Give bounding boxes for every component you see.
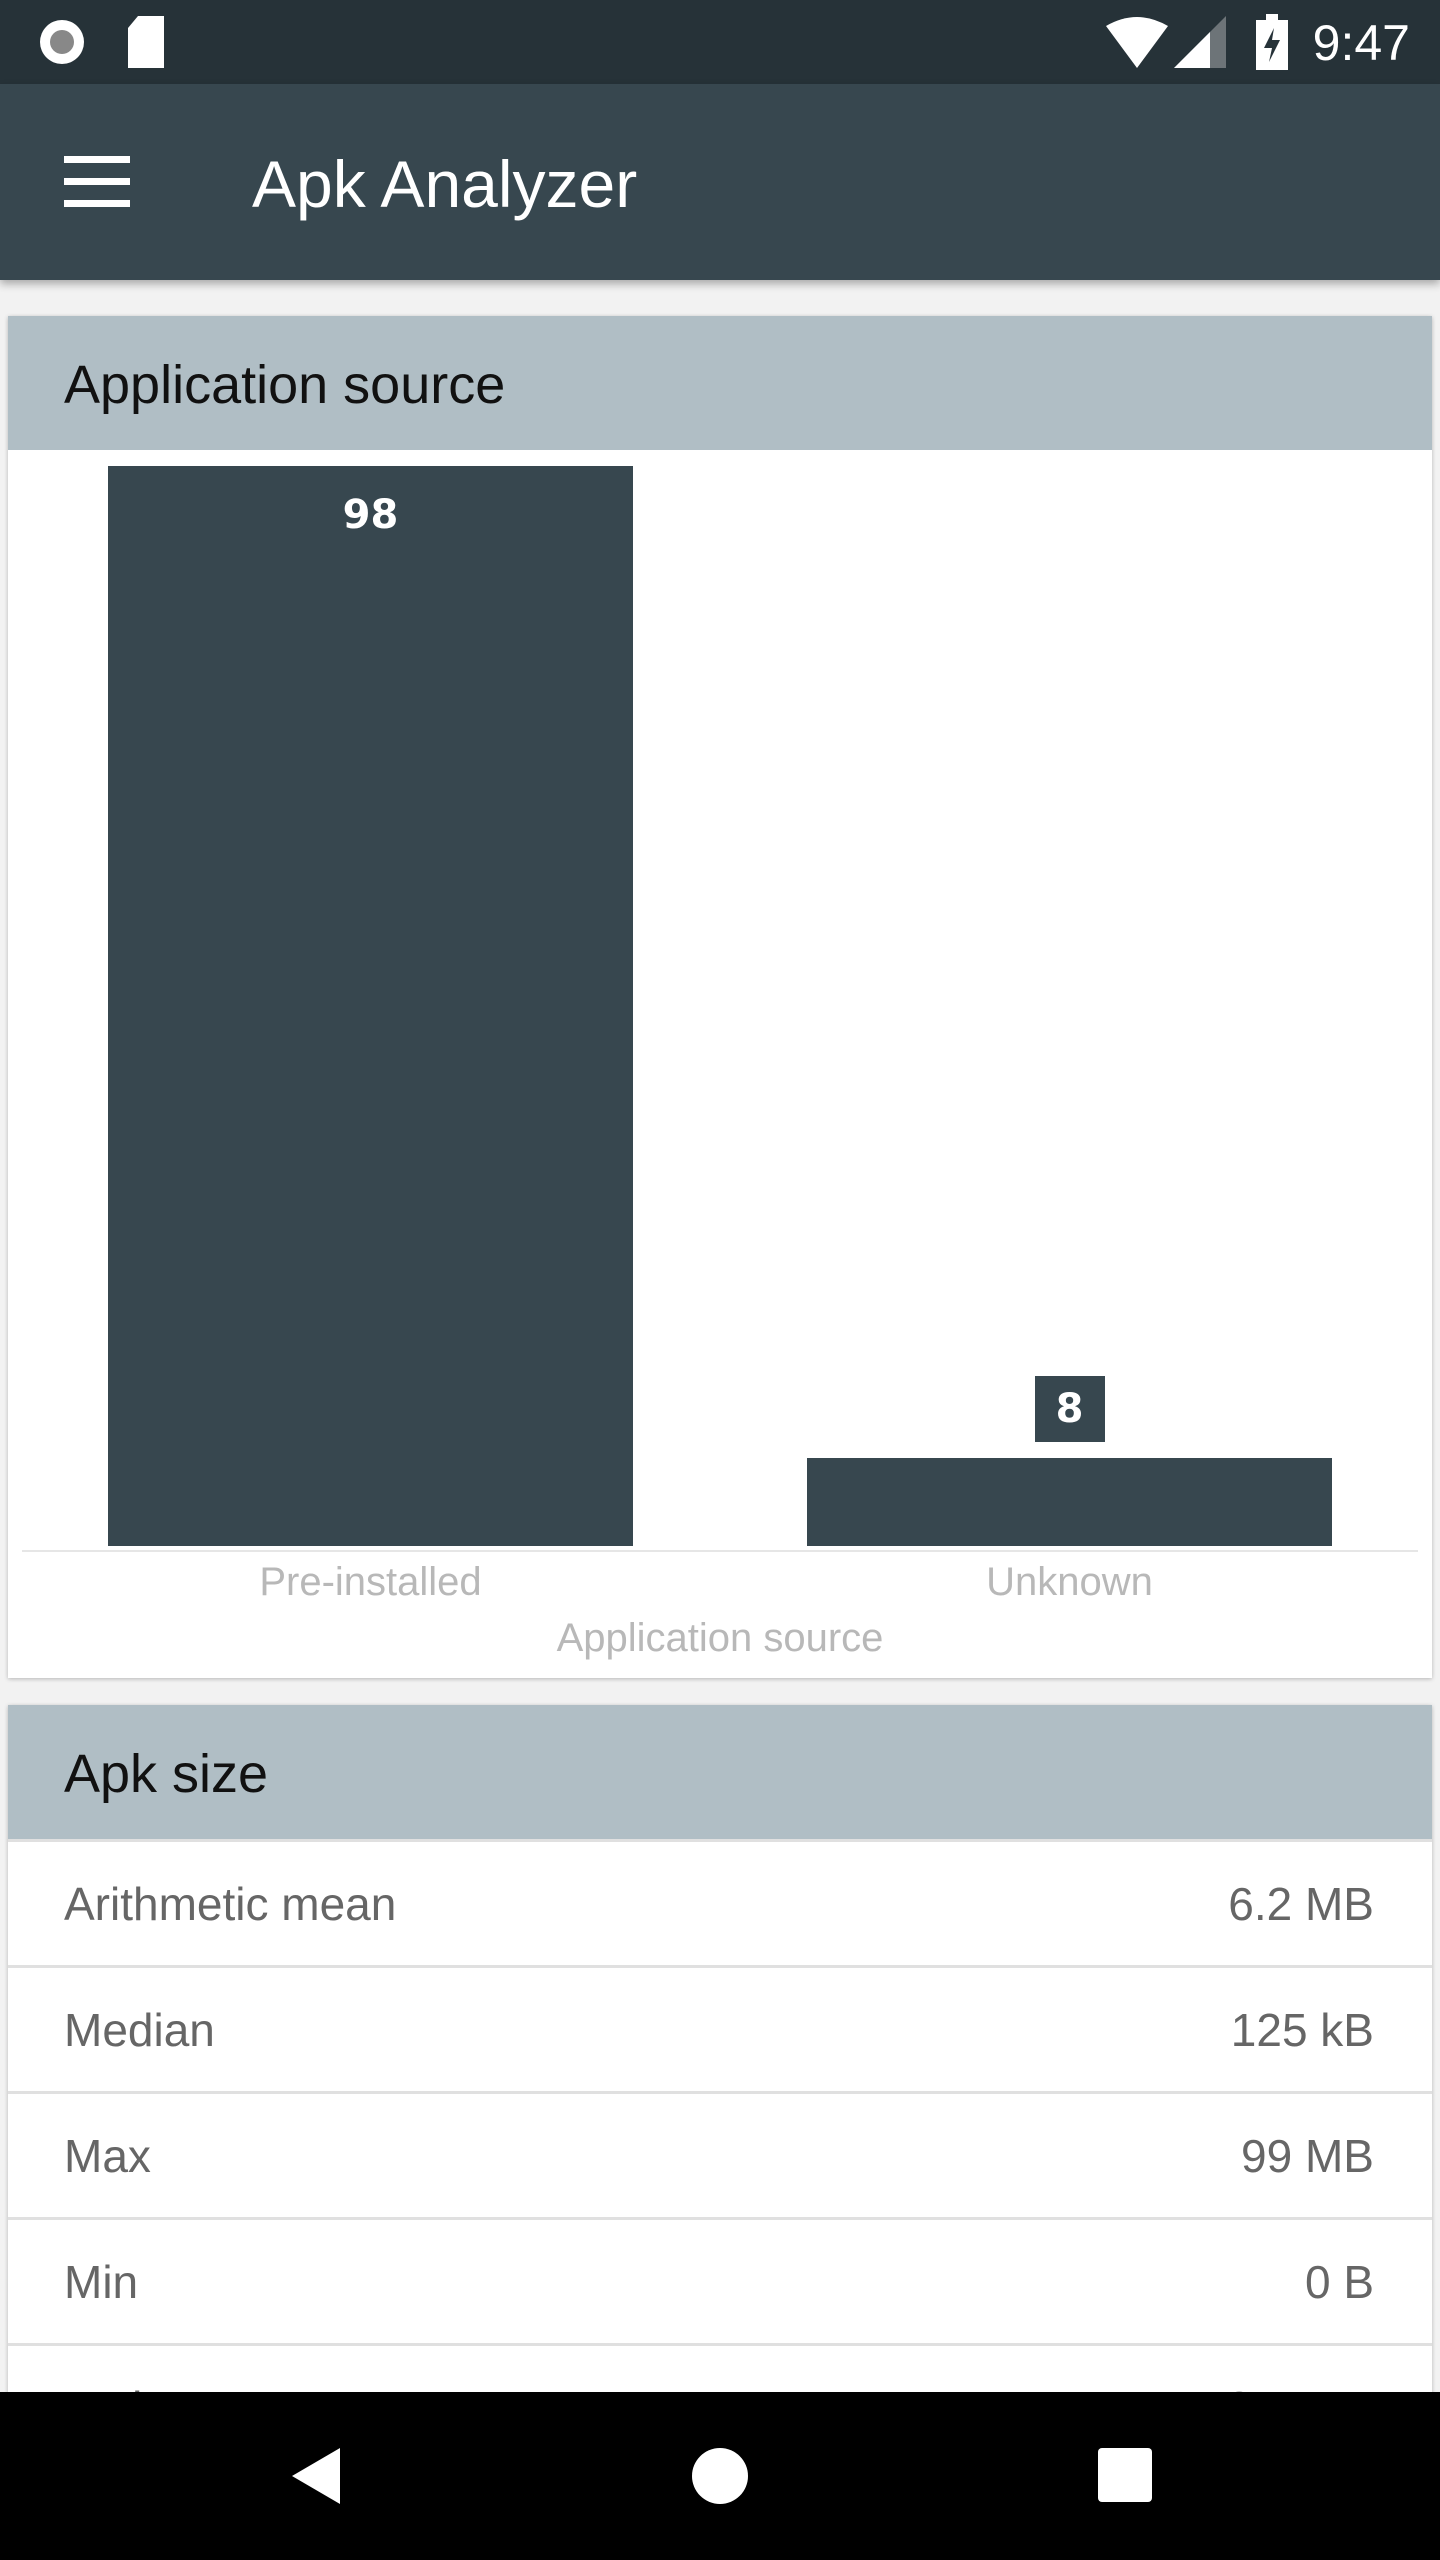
stat-label: Max bbox=[64, 2129, 151, 2182]
status-bar: 9:47 bbox=[0, 0, 1440, 84]
bar-unknown[interactable] bbox=[807, 1457, 1332, 1546]
stat-label: Median bbox=[64, 2003, 215, 2056]
stat-label: Arithmetic mean bbox=[64, 1877, 397, 1930]
bar-pre-installed[interactable] bbox=[108, 466, 633, 1546]
back-icon[interactable] bbox=[290, 2446, 342, 2506]
stat-value: 0 B bbox=[1304, 2255, 1374, 2308]
home-icon[interactable] bbox=[690, 2446, 750, 2506]
application-source-chart: Application source 98 Pre-installed 8 Unkno… bbox=[8, 450, 1432, 1678]
application-source-card: Application source Application source 98… bbox=[8, 316, 1432, 1678]
signal-icon bbox=[1174, 16, 1226, 68]
card-title: Application source bbox=[8, 316, 1432, 450]
stat-row: Median 125 kB bbox=[8, 1965, 1432, 2091]
navigation-bar bbox=[0, 2392, 1440, 2560]
x-tick-label: Unknown bbox=[986, 1560, 1153, 1604]
stat-value: 99 MB bbox=[1241, 2129, 1374, 2182]
sd-card-icon bbox=[128, 16, 164, 68]
battery-charging-icon bbox=[1256, 14, 1288, 70]
hamburger-menu-icon[interactable] bbox=[64, 156, 130, 207]
stat-value: 125 kB bbox=[1230, 2003, 1374, 2056]
stat-row: Arithmetic mean 6.2 MB bbox=[8, 1839, 1432, 1965]
x-axis-title: Application source bbox=[556, 1616, 884, 1660]
stat-value: 6.2 MB bbox=[1228, 1877, 1374, 1930]
app-title: Apk Analyzer bbox=[252, 147, 638, 221]
x-axis-line bbox=[22, 1550, 1418, 1552]
stat-row: Max 99 MB bbox=[8, 2091, 1432, 2217]
card-title: Apk size bbox=[8, 1705, 1432, 1839]
bar-value-label: 98 bbox=[335, 482, 406, 548]
stat-row: Min 0 B bbox=[8, 2217, 1432, 2343]
app-bar: Apk Analyzer bbox=[0, 84, 1440, 280]
bar-value-label: 8 bbox=[1034, 1375, 1105, 1442]
wifi-icon bbox=[1106, 17, 1168, 68]
clock: 9:47 bbox=[1312, 15, 1410, 71]
apk-size-card: Apk size Arithmetic mean 6.2 MB Median 125 … bbox=[8, 1705, 1432, 2434]
x-tick-label: Pre-installed bbox=[259, 1560, 482, 1604]
record-icon bbox=[40, 20, 84, 64]
stat-label: Min bbox=[64, 2255, 139, 2308]
recents-icon[interactable] bbox=[1098, 2448, 1152, 2502]
